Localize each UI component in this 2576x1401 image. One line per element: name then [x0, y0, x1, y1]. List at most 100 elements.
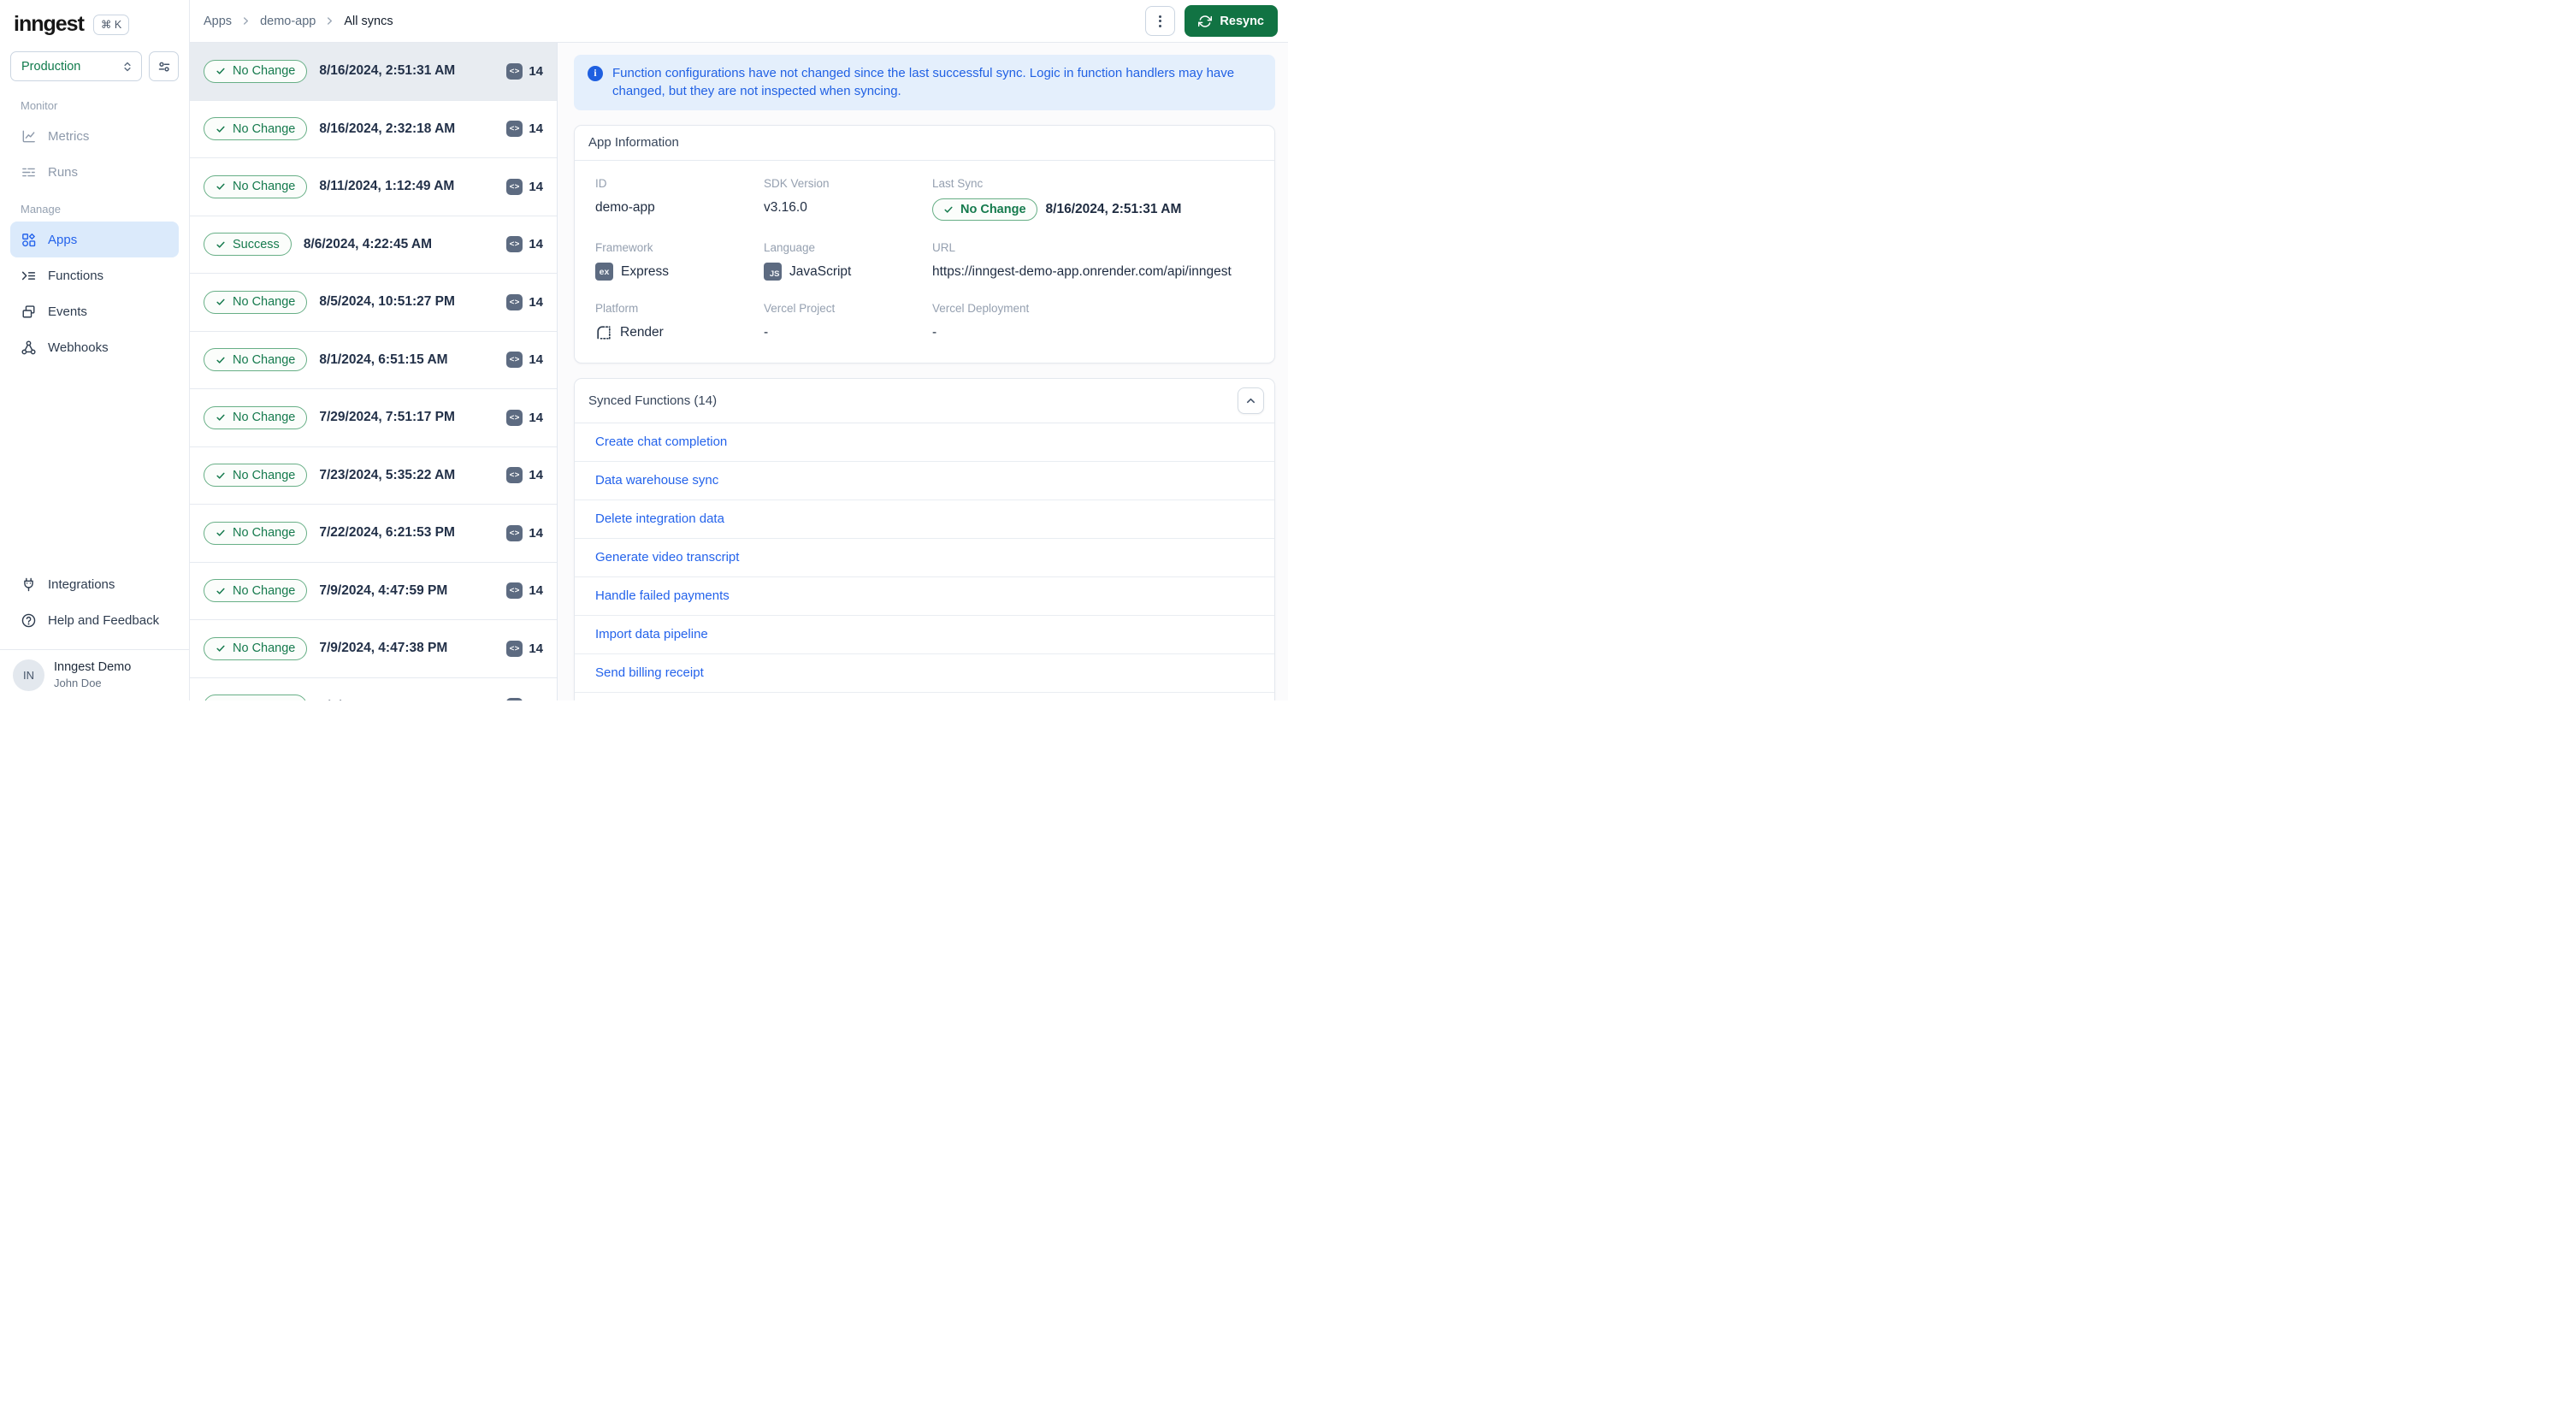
status-badge: No Change [204, 174, 308, 198]
function-link[interactable]: Send billing receipt [595, 665, 704, 680]
sync-row[interactable]: Success 8/6/2024, 4:22:45 AM <> 14 [190, 216, 557, 274]
info-banner: Function configurations have not changed… [574, 55, 1275, 110]
sync-timestamp: 8/1/2024, 6:51:15 AM [319, 352, 448, 367]
code-icon: <> [506, 640, 523, 657]
chevron-up-icon [1246, 398, 1256, 403]
status-badge: No Change [204, 59, 308, 83]
resync-label: Resync [1220, 14, 1264, 28]
code-icon: <> [506, 236, 523, 253]
breadcrumb: Apps demo-app All syncs [204, 15, 393, 28]
sync-timestamp: 8/6/2024, 4:22:45 AM [303, 236, 433, 251]
sync-row[interactable]: No Change 8/16/2024, 2:51:31 AM <> 14 [190, 43, 557, 101]
sync-count: 14 [529, 410, 543, 425]
sidebar-item-runs[interactable]: Runs [10, 154, 179, 190]
sync-row[interactable]: No Change 7/23/2024, 5:35:22 AM <> 14 [190, 446, 557, 505]
sync-count: 14 [529, 699, 543, 700]
status-badge: Success [204, 233, 292, 257]
chevron-right-icon [325, 16, 334, 26]
sidebar: inngest ⌘ K Production Monitor Metrics R… [0, 0, 190, 700]
resync-button[interactable]: Resync [1185, 5, 1278, 37]
function-list: Create chat completion Data warehouse sy… [575, 423, 1274, 693]
sidebar-item-label: Help and Feedback [48, 612, 160, 628]
sync-row[interactable]: No Change 7/9/2024, 4:47:59 PM <> 14 [190, 562, 557, 620]
sync-timestamp: 8/11/2024, 1:12:49 AM [319, 179, 455, 194]
user-name: John Doe [54, 677, 102, 690]
function-link[interactable]: Create chat completion [595, 434, 727, 449]
sync-count: 14 [529, 525, 543, 541]
account-name: Inngest Demo [54, 660, 132, 675]
sync-row[interactable]: No Change 8/16/2024, 2:32:18 AM <> 14 [190, 100, 557, 158]
sync-count: 14 [529, 583, 543, 599]
sync-list: No Change 8/16/2024, 2:51:31 AM <> 14 No… [190, 43, 558, 700]
function-link[interactable]: Delete integration data [595, 511, 724, 526]
user-menu[interactable]: IN Inngest Demo John Doe [0, 649, 189, 700]
render-icon [597, 325, 611, 340]
status-badge: No Change [204, 117, 308, 141]
sidebar-item-label: Events [48, 304, 87, 319]
sync-timestamp: 7/9/2024, 4:47:59 PM [319, 582, 448, 598]
code-icon: <> [506, 178, 523, 195]
sidebar-item-webhooks[interactable]: Webhooks [10, 329, 179, 365]
avatar: IN [13, 659, 44, 691]
sidebar-item-events[interactable]: Events [10, 293, 179, 329]
sidebar-item-label: Functions [48, 268, 104, 283]
sync-timestamp: 8/16/2024, 2:32:18 AM [319, 121, 456, 136]
sync-status-label: No Change [233, 64, 296, 79]
command-k-shortcut[interactable]: ⌘ K [92, 14, 130, 35]
run-list-icon [22, 168, 35, 176]
breadcrumb-demo-app[interactable]: demo-app [260, 15, 316, 28]
collapse-button[interactable] [1238, 387, 1264, 414]
sync-row[interactable]: No Change 8/11/2024, 1:12:49 AM <> 14 [190, 158, 557, 216]
sync-row[interactable]: No Change 8/5/2024, 10:51:27 PM <> 14 [190, 274, 557, 332]
sidebar-item-label: Runs [48, 164, 79, 180]
breadcrumb-all-syncs: All syncs [344, 14, 393, 28]
more-options-button[interactable] [1145, 6, 1176, 36]
javascript-icon: JS [764, 263, 782, 281]
sync-timestamp: 8/5/2024, 10:51:27 PM [319, 294, 455, 310]
sidebar-item-label: Apps [48, 232, 78, 247]
sidebar-item-integrations[interactable]: Integrations [10, 566, 179, 602]
check-icon [216, 68, 225, 74]
sync-status-label: Success [233, 237, 280, 251]
sidebar-item-metrics[interactable]: Metrics [10, 118, 179, 154]
sync-row[interactable]: No Change 7/22/2024, 6:21:53 PM <> 14 [190, 505, 557, 563]
last-sync-timestamp: 8/16/2024, 2:51:31 AM [1045, 201, 1182, 216]
sync-count: 14 [529, 121, 543, 137]
code-icon: <> [506, 524, 523, 541]
environment-selector[interactable]: Production [10, 51, 142, 81]
sidebar-item-label: Webhooks [48, 340, 109, 355]
function-row-partial [575, 693, 1274, 700]
code-icon: <> [506, 467, 523, 484]
sync-row[interactable]: No Change 7/9/2024, 4:47:38 PM <> 14 [190, 620, 557, 678]
sidebar-item-apps[interactable]: Apps [10, 222, 179, 257]
code-icon: <> [506, 62, 523, 80]
sync-status-label: No Change [233, 180, 296, 194]
sidebar-item-functions[interactable]: Functions [10, 257, 179, 293]
check-icon [216, 183, 225, 190]
sidebar-item-help[interactable]: Help and Feedback [10, 602, 179, 638]
status-badge: No Change [204, 290, 308, 314]
function-link[interactable]: Import data pipeline [595, 627, 708, 641]
sync-timestamp: 7/22/2024, 6:21:53 PM [319, 525, 455, 541]
sync-timestamp: 7/29/2024, 7:51:17 PM [319, 410, 455, 425]
sync-row[interactable]: No Change 7/29/2024, 7:51:17 PM <> 14 [190, 389, 557, 447]
check-icon [216, 126, 225, 133]
field-platform: Platform Render [595, 301, 664, 340]
check-icon [216, 472, 225, 479]
environment-settings-button[interactable] [149, 51, 179, 81]
sync-status-label: No Change [233, 121, 296, 136]
breadcrumb-apps[interactable]: Apps [204, 15, 232, 28]
sync-row[interactable]: No Change 7/9/2024, 4:09:07 PM <> 14 [190, 677, 557, 700]
sync-row[interactable]: No Change 8/1/2024, 6:51:15 AM <> 14 [190, 331, 557, 389]
field-framework: Framework ex Express [595, 241, 764, 281]
function-row: Handle failed payments [575, 577, 1274, 616]
sync-count: 14 [529, 294, 543, 310]
sidebar-item-label: Metrics [48, 128, 90, 144]
code-icon: <> [506, 409, 523, 426]
info-icon [588, 66, 603, 81]
function-link[interactable]: Generate video transcript [595, 550, 739, 565]
function-link[interactable]: Data warehouse sync [595, 473, 718, 488]
function-row: Send billing receipt [575, 654, 1274, 693]
function-link[interactable]: Handle failed payments [595, 588, 730, 603]
function-row: Generate video transcript [575, 539, 1274, 577]
